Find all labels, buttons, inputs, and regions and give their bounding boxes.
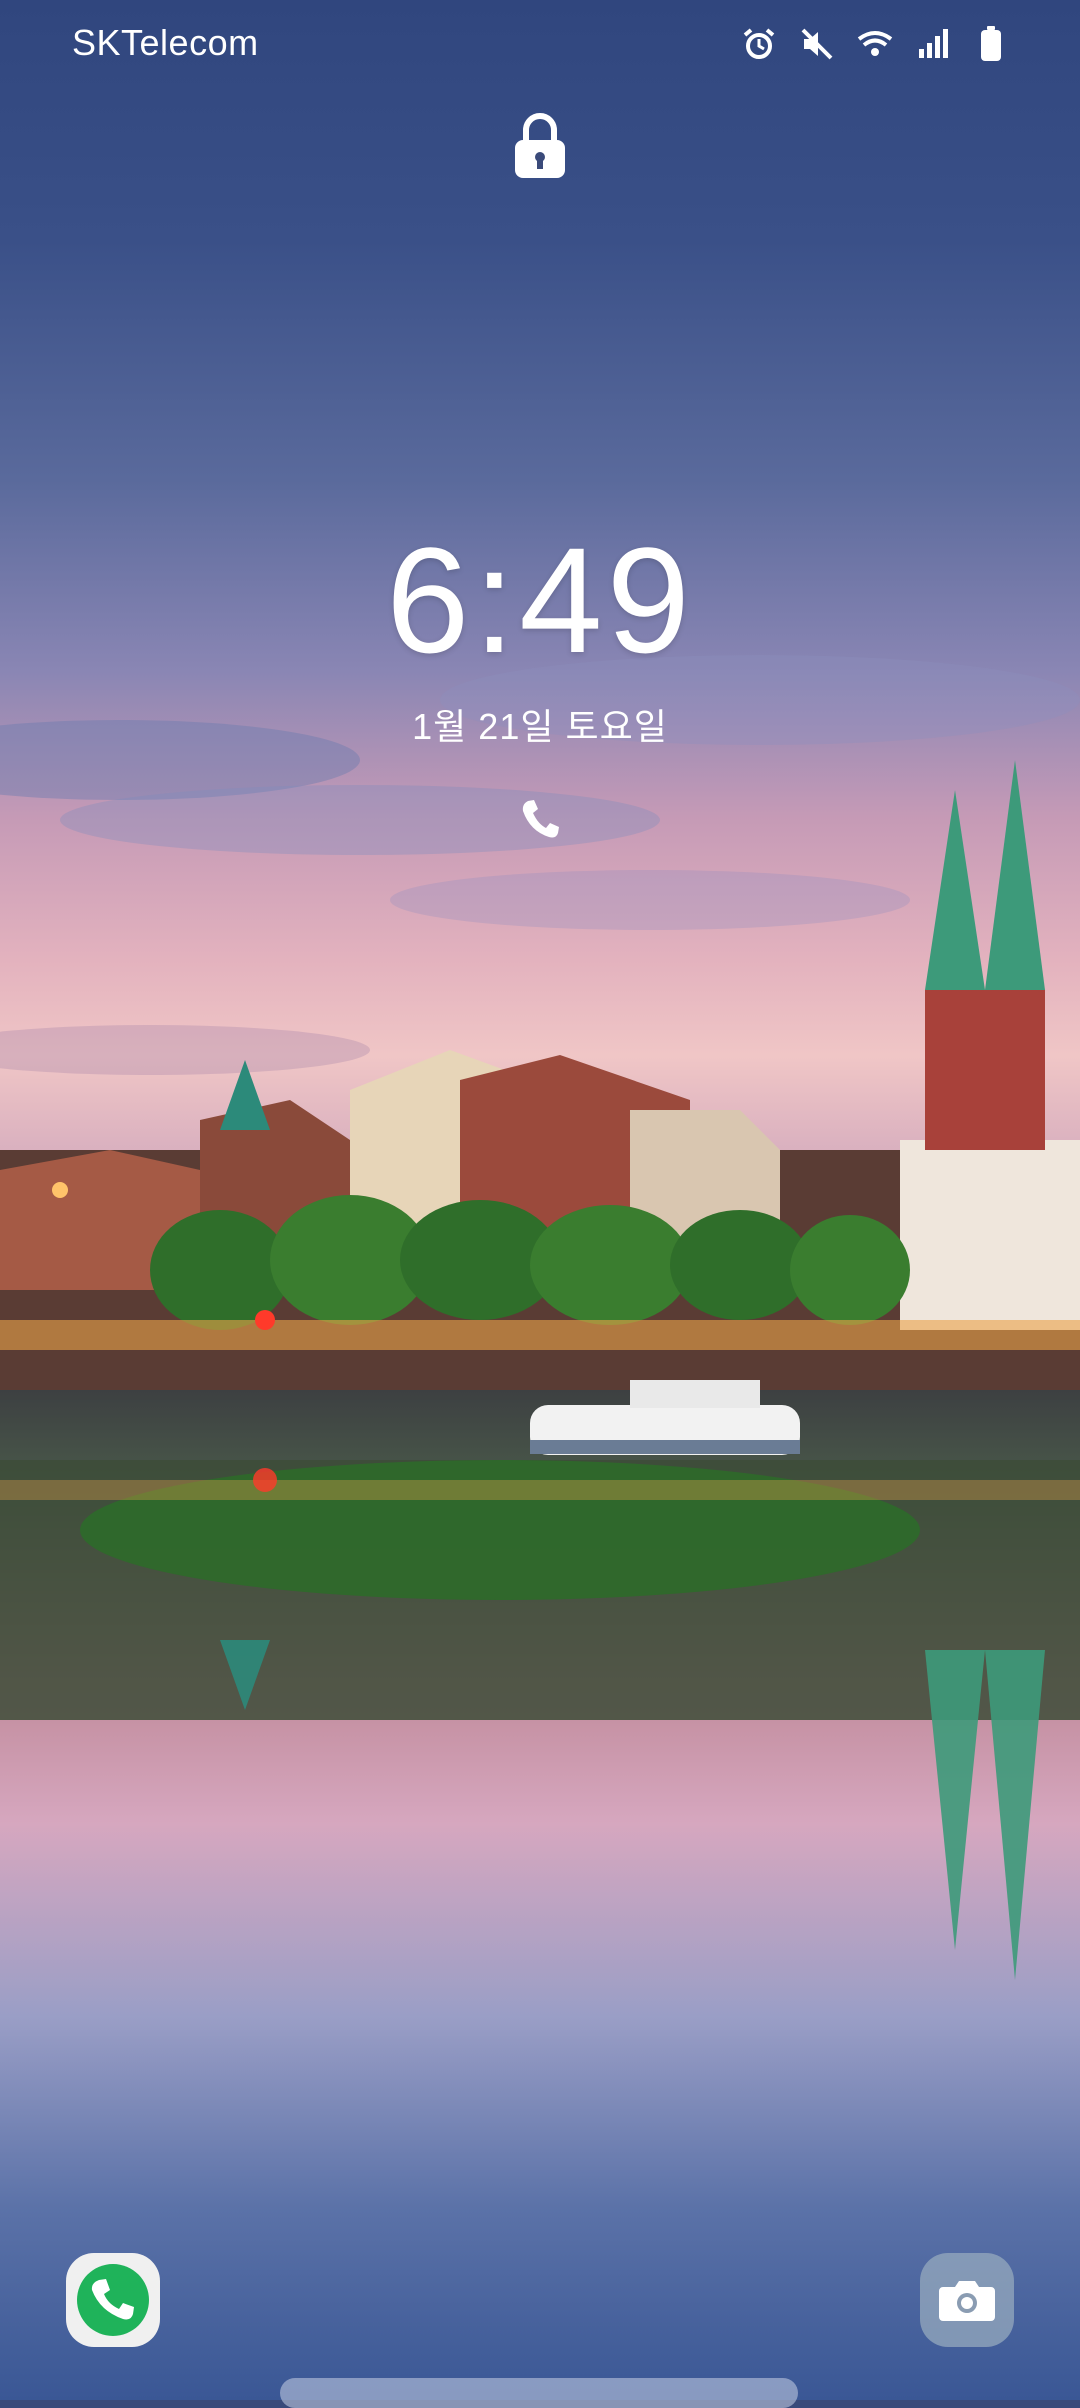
home-gesture-bar[interactable] bbox=[280, 2378, 798, 2408]
carrier-name: SKTelecom bbox=[72, 22, 259, 63]
status-bar: SKTelecom bbox=[0, 0, 1080, 90]
lock-icon[interactable] bbox=[511, 110, 569, 180]
signal-icon bbox=[914, 24, 952, 64]
camera-shortcut-button[interactable] bbox=[920, 2253, 1014, 2347]
phone-shortcut-button[interactable] bbox=[66, 2253, 160, 2347]
battery-icon bbox=[972, 24, 1010, 64]
phone-icon[interactable] bbox=[516, 795, 564, 843]
alarm-icon bbox=[740, 24, 778, 64]
clock-time: 6:49 bbox=[386, 516, 694, 684]
status-icons bbox=[740, 22, 1010, 66]
wifi-icon bbox=[856, 24, 894, 64]
wallpaper bbox=[0, 0, 1080, 2400]
clock-date: 1월 21일 토요일 bbox=[412, 706, 668, 747]
mute-icon bbox=[798, 24, 836, 64]
